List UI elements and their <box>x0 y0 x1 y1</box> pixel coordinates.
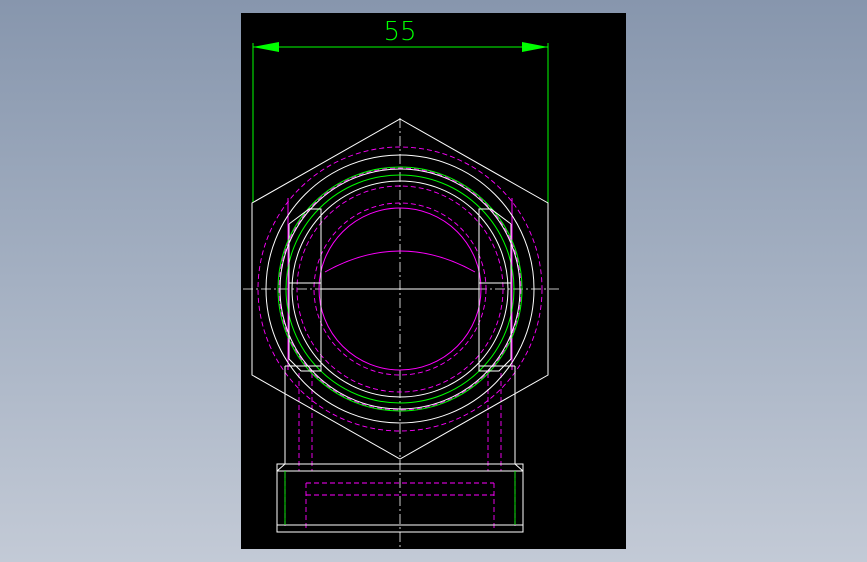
cap-chamfer-right <box>514 463 524 472</box>
dimension-55 <box>252 42 549 203</box>
arrow-right <box>522 42 548 52</box>
fitting-drawing: 55 <box>243 17 559 549</box>
cap-chamfer-left <box>276 463 286 472</box>
arrow-left <box>253 42 279 52</box>
dimension-text: 55 <box>383 17 416 47</box>
cad-viewport[interactable]: 55 <box>241 13 626 549</box>
